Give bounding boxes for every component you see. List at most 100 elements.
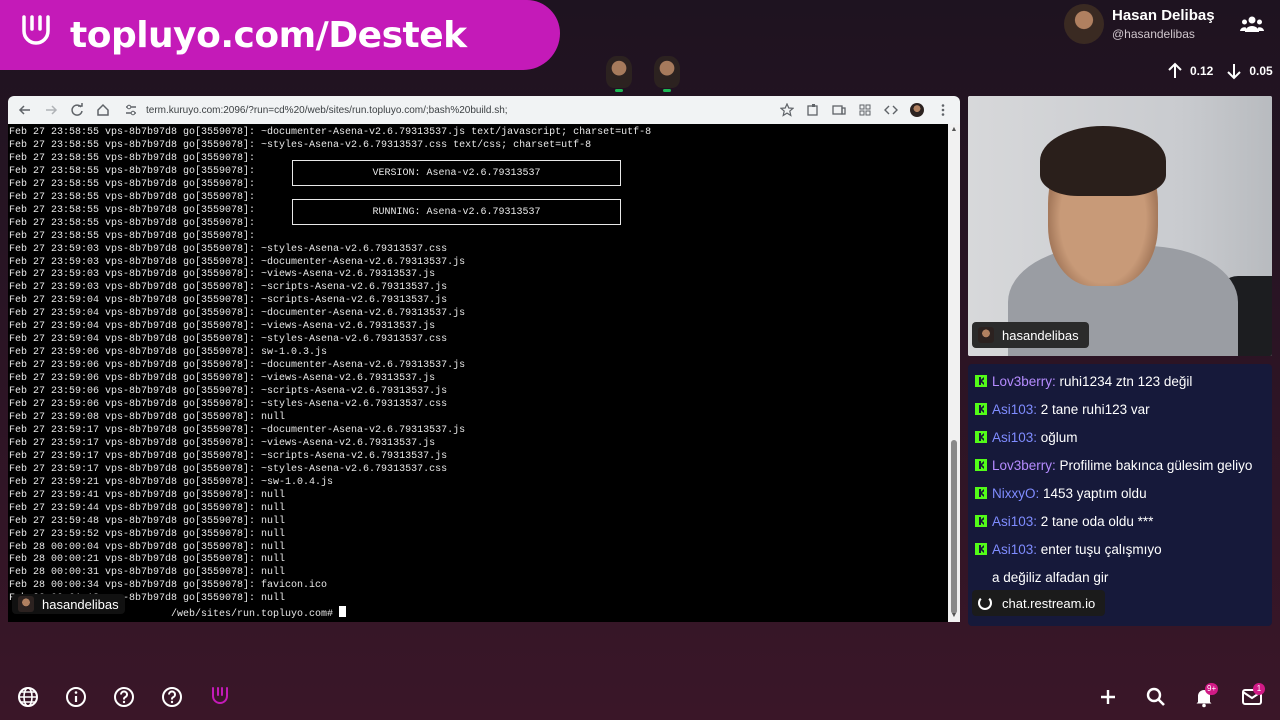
terminal-line: Feb 27 23:58:55 vps-8b7b97d8 go[3559078]… — [9, 127, 652, 138]
site-settings-icon[interactable] — [124, 103, 138, 117]
globe-icon[interactable] — [17, 686, 39, 708]
people-icon[interactable] — [1240, 14, 1264, 34]
terminal-line: Feb 27 23:59:44 vps-8b7b97d8 go[3559078]… — [9, 502, 286, 514]
chat-username[interactable]: NixxyO: — [992, 486, 1039, 501]
terminal-line: Feb 27 23:58:55 vps-8b7b97d8 go[3559078]… — [9, 230, 256, 242]
terminal-line: Feb 27 23:59:17 vps-8b7b97d8 go[3559078]… — [9, 463, 448, 475]
upload-stat: 0.12 — [1190, 64, 1214, 78]
bookmark-star-icon[interactable] — [776, 99, 798, 121]
terminal-line: Feb 28 00:00:34 vps-8b7b97d8 go[3559078]… — [9, 580, 328, 592]
terminal-line: Feb 27 23:59:17 vps-8b7b97d8 go[3559078]… — [9, 424, 466, 436]
participant-avatar[interactable] — [606, 56, 632, 92]
terminal-line: Feb 27 23:58:55 vps-8b7b97d8 go[3559078]… — [9, 139, 592, 151]
chat-username[interactable]: Asi103: — [992, 514, 1037, 529]
webcam-name-tag: hasandelibas — [972, 322, 1089, 348]
home-icon[interactable] — [92, 99, 114, 121]
kick-icon — [975, 543, 987, 555]
chat-username[interactable]: Lov3berry: — [992, 458, 1056, 473]
terminal-line: Feb 27 23:59:48 vps-8b7b97d8 go[3559078]… — [9, 515, 286, 527]
webcam-video[interactable] — [968, 96, 1272, 356]
terminal-line: Feb 27 23:59:04 vps-8b7b97d8 go[3559078]… — [9, 308, 466, 320]
chat-message: a değiliz alfadan gir — [975, 568, 1266, 589]
browser-toolbar: term.kuruyo.com:2096/?run=cd%20/web/site… — [8, 96, 960, 124]
terminal-line: Feb 28 00:01:13 vps-8b7b97d8 go[3559078]… — [9, 593, 286, 605]
mail-badge: 1 — [1253, 683, 1265, 695]
streamer-profile[interactable]: Hasan Delibaş @hasandelibas — [1064, 4, 1215, 44]
terminal-prompt: /web/sites/run.topluyo.com# — [171, 609, 340, 621]
banner-text: topluyo.com/Destek — [70, 14, 467, 56]
terminal-line: Feb 27 23:59:04 vps-8b7b97d8 go[3559078]… — [9, 295, 448, 307]
terminal-line: Feb 27 23:59:03 vps-8b7b97d8 go[3559078]… — [9, 256, 466, 268]
scrollbar-thumb[interactable] — [951, 440, 957, 614]
media-icon[interactable] — [828, 99, 850, 121]
terminal-cursor — [339, 606, 347, 618]
bottom-bar: 9+ 1 — [0, 676, 1280, 716]
terminal-line: Feb 27 23:59:41 vps-8b7b97d8 go[3559078]… — [9, 489, 286, 501]
terminal-line: Feb 27 23:59:03 vps-8b7b97d8 go[3559078]… — [9, 269, 436, 281]
chat-message: Asi103: 2 tane ruhi123 var — [975, 400, 1266, 421]
devtools-icon[interactable] — [880, 99, 902, 121]
screen-share-name-tag: hasandelibas — [12, 594, 125, 614]
reload-icon[interactable] — [66, 99, 88, 121]
chat-text: enter tuşu çalışmıyo — [1037, 542, 1162, 557]
chat-username[interactable]: Asi103: — [992, 402, 1037, 417]
search-icon[interactable] — [1145, 686, 1167, 708]
profile-name: Hasan Delibaş — [1112, 7, 1215, 24]
chat-username[interactable]: Asi103: — [992, 430, 1037, 445]
terminal-line: Feb 27 23:59:21 vps-8b7b97d8 go[3559078]… — [9, 476, 334, 488]
chat-panel[interactable]: Lov3berry: ruhi1234 ztn 123 değil Asi103:… — [968, 364, 1272, 626]
kick-icon — [975, 459, 987, 471]
terminal-line: Feb 27 23:59:03 vps-8b7b97d8 go[3559078]… — [9, 243, 448, 255]
chat-source-label: chat.restream.io — [1002, 595, 1096, 611]
kick-icon — [975, 487, 987, 499]
terminal-line: Feb 28 00:00:21 vps-8b7b97d8 go[3559078]… — [9, 554, 286, 566]
notification-badge: 9+ — [1205, 683, 1219, 695]
version-box: VERSION: Asena-v2.6.79313537 — [292, 160, 621, 186]
terminal-line: Feb 27 23:59:17 vps-8b7b97d8 go[3559078]… — [9, 437, 436, 449]
kebab-menu-icon[interactable] — [932, 99, 954, 121]
chat-text: Profilime bakınca gülesim geliyo — [1055, 458, 1253, 473]
terminal-line: Feb 27 23:59:52 vps-8b7b97d8 go[3559078]… — [9, 528, 286, 540]
terminal-line: Feb 27 23:59:03 vps-8b7b97d8 go[3559078]… — [9, 282, 448, 294]
terminal-line: Feb 27 23:59:06 vps-8b7b97d8 go[3559078]… — [9, 360, 466, 372]
browser-window: term.kuruyo.com:2096/?run=cd%20/web/site… — [8, 96, 960, 622]
chat-message: Lov3berry: ruhi1234 ztn 123 değil — [975, 372, 1266, 393]
screen-share-name: hasandelibas — [42, 596, 119, 612]
notification-bell-icon[interactable]: 9+ — [1193, 683, 1219, 708]
address-bar[interactable]: term.kuruyo.com:2096/?run=cd%20/web/site… — [118, 99, 772, 121]
chat-username[interactable]: Lov3berry: — [992, 374, 1056, 389]
terminal-line: Feb 28 00:00:04 vps-8b7b97d8 go[3559078]… — [9, 541, 286, 553]
terminal-scrollbar[interactable]: ▲ ▼ — [948, 124, 960, 622]
topluyo-logo-icon — [22, 15, 50, 45]
back-icon[interactable] — [14, 99, 36, 121]
participant-cams — [606, 56, 680, 92]
avatar — [1064, 4, 1104, 44]
forward-icon[interactable] — [40, 99, 62, 121]
url-text: term.kuruyo.com:2096/?run=cd%20/web/site… — [146, 104, 508, 116]
add-icon[interactable] — [1097, 686, 1119, 708]
help-circle-icon[interactable] — [161, 686, 183, 708]
apps-icon[interactable] — [854, 99, 876, 121]
chat-text: 2 tane oda oldu *** — [1037, 514, 1154, 529]
terminal-line: Feb 27 23:59:06 vps-8b7b97d8 go[3559078]… — [9, 373, 436, 385]
terminal-line: Feb 27 23:59:17 vps-8b7b97d8 go[3559078]… — [9, 450, 448, 462]
avatar — [978, 327, 994, 343]
kick-icon — [975, 515, 987, 527]
download-stat: 0.05 — [1249, 64, 1273, 78]
extensions-icon[interactable] — [802, 99, 824, 121]
running-box: RUNNING: Asena-v2.6.79313537 — [292, 199, 621, 225]
kick-icon — [975, 375, 987, 387]
info-icon[interactable] — [65, 686, 87, 708]
terminal-prompt-line[interactable]: /web/sites/run.topluyo.com# — [9, 606, 948, 622]
webcam-name: hasandelibas — [1002, 327, 1079, 343]
mail-icon[interactable]: 1 — [1241, 683, 1265, 708]
participant-avatar[interactable] — [654, 56, 680, 92]
brand-banner[interactable]: topluyo.com/Destek — [0, 0, 560, 70]
chat-text: oğlum — [1037, 430, 1078, 445]
help-icon[interactable] — [113, 686, 135, 708]
chat-message: Asi103: oğlum — [975, 428, 1266, 449]
chat-username[interactable]: Asi103: — [992, 542, 1037, 557]
browser-profile-icon[interactable] — [906, 99, 928, 121]
topluyo-logo-icon[interactable] — [209, 686, 231, 708]
arrow-up-icon — [1168, 62, 1182, 78]
